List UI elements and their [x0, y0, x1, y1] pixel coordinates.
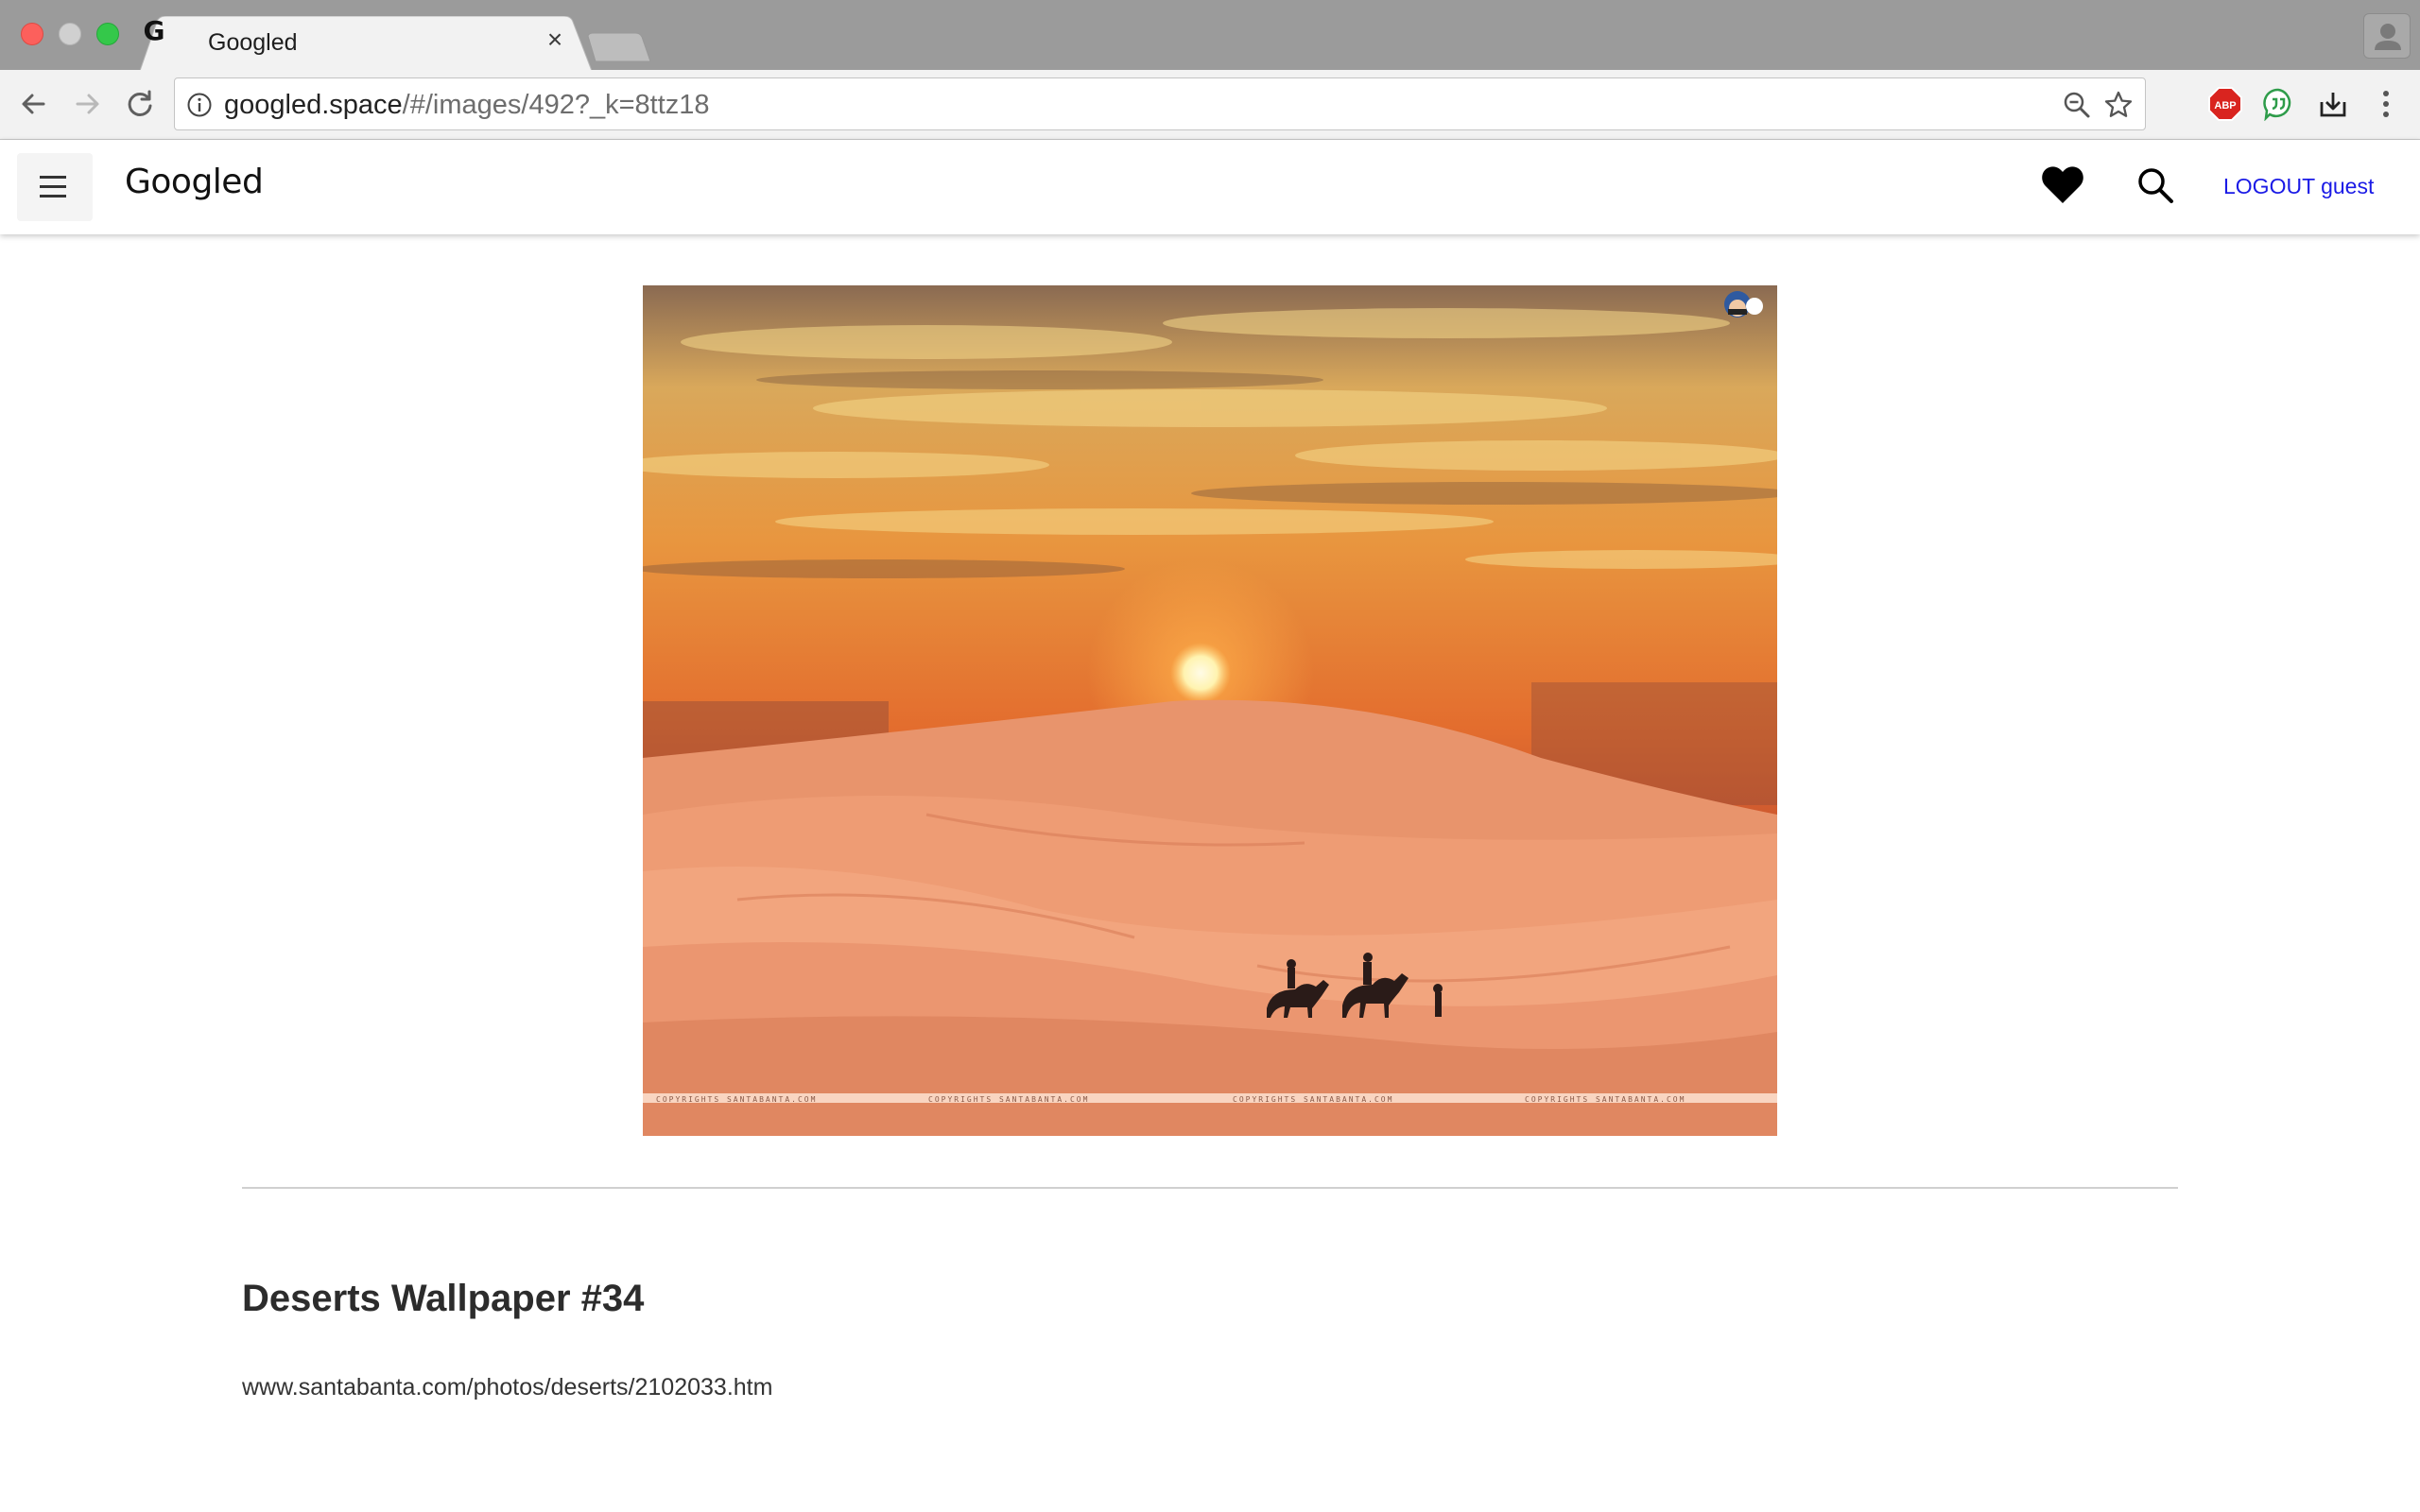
download-icon[interactable]: [2316, 87, 2350, 121]
app-brand[interactable]: Googled: [125, 163, 264, 201]
abp-icon[interactable]: ABP: [2208, 87, 2242, 121]
address-bar[interactable]: googled.space/#/images/492?_k=8ttz18: [174, 77, 2146, 130]
tab-title: Googled: [208, 29, 298, 56]
more-vert-icon[interactable]: [2371, 87, 2401, 121]
new-tab-button[interactable]: [586, 32, 652, 62]
logout-link[interactable]: LOGOUT guest: [2223, 174, 2374, 199]
abp-label: ABP: [2214, 100, 2236, 112]
svg-text:COPYRIGHTS SANTABANTA.COM: COPYRIGHTS SANTABANTA.COM: [1233, 1095, 1393, 1104]
google-g-icon: G: [144, 16, 165, 44]
content-divider: [242, 1187, 2178, 1189]
info-icon[interactable]: [186, 92, 213, 118]
app-header: Googled LOGOUT guest: [0, 140, 2420, 234]
minimize-window-button[interactable]: [59, 23, 81, 45]
url-text[interactable]: googled.space/#/images/492?_k=8ttz18: [224, 90, 710, 121]
svg-text:COPYRIGHTS SANTABANTA.COM: COPYRIGHTS SANTABANTA.COM: [928, 1095, 1089, 1104]
url-host: googled.space: [224, 90, 403, 120]
svg-text:COPYRIGHTS SANTABANTA.COM: COPYRIGHTS SANTABANTA.COM: [1525, 1095, 1685, 1104]
reload-icon[interactable]: [121, 85, 159, 123]
bookmark-star-icon[interactable]: [2103, 90, 2134, 120]
desert-photo: COPYRIGHTS SANTABANTA.COM COPYRIGHTS SAN…: [643, 285, 1777, 1136]
url-path: /#/images/492?_k=8ttz18: [402, 90, 710, 120]
heart-icon[interactable]: [2040, 163, 2085, 208]
browser-tab-bar: G Googled ×: [0, 0, 2420, 71]
tab-close-icon[interactable]: ×: [541, 26, 569, 54]
person-icon: [2375, 24, 2401, 50]
browser-tab-active[interactable]: G Googled ×: [140, 16, 592, 71]
profile-button[interactable]: [2363, 13, 2411, 59]
image-source-link[interactable]: www.santabanta.com/photos/deserts/210203…: [242, 1374, 772, 1401]
menu-button[interactable]: [17, 153, 93, 221]
back-arrow-icon[interactable]: [15, 85, 53, 123]
watermark-text: COPYRIGHTS SANTABANTA.COM: [656, 1095, 817, 1104]
quote-icon[interactable]: [2261, 87, 2295, 121]
svg-text:G: G: [144, 16, 165, 44]
forward-arrow-icon[interactable]: [68, 85, 106, 123]
maximize-window-button[interactable]: [96, 23, 119, 45]
zoom-out-icon[interactable]: [2062, 90, 2092, 120]
hamburger-icon: [40, 176, 66, 198]
search-icon[interactable]: [2135, 164, 2176, 206]
browser-toolbar: googled.space/#/images/492?_k=8ttz18 ABP: [0, 70, 2420, 140]
close-window-button[interactable]: [21, 23, 43, 45]
image-title: Deserts Wallpaper #34: [242, 1278, 645, 1319]
